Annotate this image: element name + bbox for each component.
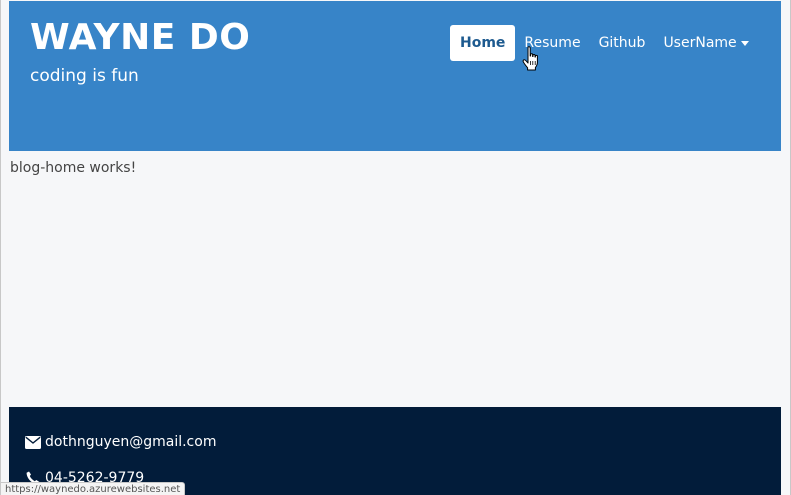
site-header: WAYNE DO coding is fun Home Resume Githu… <box>9 1 781 151</box>
nav-item-home[interactable]: Home <box>450 25 516 61</box>
nav-item-username-label: UserName <box>663 35 737 51</box>
envelope-icon <box>25 434 41 450</box>
site-title[interactable]: WAYNE DO <box>30 16 250 60</box>
site-tagline: coding is fun <box>30 66 139 86</box>
browser-viewport: WAYNE DO coding is fun Home Resume Githu… <box>0 0 791 495</box>
nav-item-home-label: Home <box>460 35 506 51</box>
hand-pointer-cursor-icon <box>522 46 538 71</box>
nav-item-username-dropdown[interactable]: UserName <box>654 25 757 61</box>
caret-down-icon <box>740 40 749 46</box>
nav-item-github[interactable]: Github <box>590 25 655 61</box>
nav-item-github-label: Github <box>598 35 646 51</box>
main-nav: Home Resume Github UserName <box>450 25 758 61</box>
contact-email[interactable]: dothnguyen@gmail.com <box>25 432 216 452</box>
page-content-text: blog-home works! <box>10 160 137 176</box>
contact-email-text: dothnguyen@gmail.com <box>45 434 217 450</box>
browser-status-bar: https://waynedo.azurewebsites.net <box>1 482 186 495</box>
